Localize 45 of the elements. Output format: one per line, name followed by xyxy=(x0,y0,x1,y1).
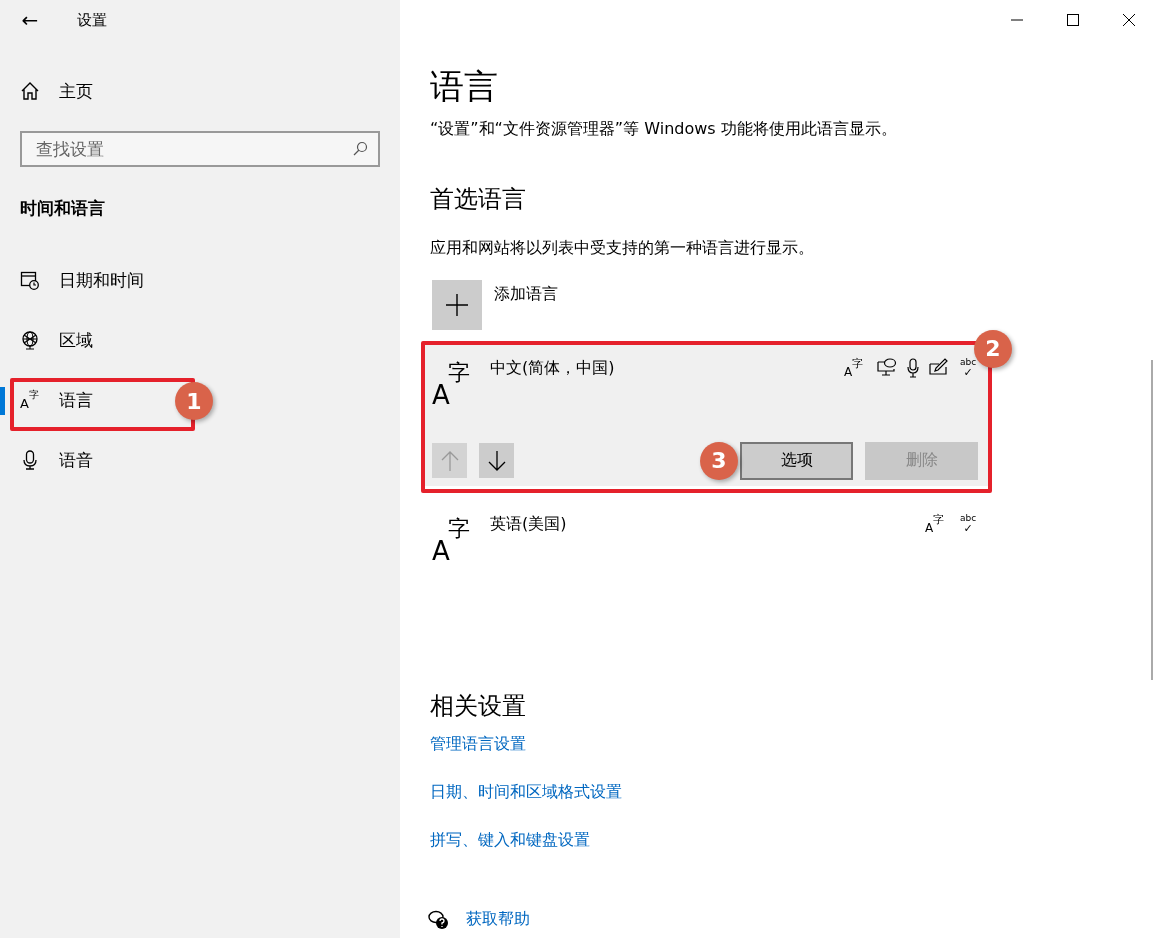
window-title: 设置 xyxy=(77,10,107,30)
move-down-button[interactable] xyxy=(479,443,514,479)
monitor-speech-icon xyxy=(877,358,897,376)
sidebar-item[interactable]: 语音 xyxy=(0,430,160,490)
add-language-label[interactable]: 添加语言 xyxy=(494,284,558,305)
settings-link[interactable]: 管理语言设置 xyxy=(430,734,526,756)
language-name: 英语(美国) xyxy=(490,514,567,535)
maximize-icon[interactable] xyxy=(1067,14,1079,26)
pen-pad-icon xyxy=(929,358,949,376)
settings-link[interactable]: 日期、时间和区域格式设置 xyxy=(430,782,622,804)
calendar-clock-icon xyxy=(20,270,40,290)
help-chat-icon xyxy=(428,909,450,930)
step-badge: 1 xyxy=(175,382,213,420)
sidebar-item[interactable]: 区域 xyxy=(0,310,160,370)
page-title: 语言 xyxy=(430,66,498,107)
back-button[interactable]: ← xyxy=(0,0,60,40)
help-link[interactable]: 获取帮助 xyxy=(466,909,530,931)
display-language-icon: A 字 xyxy=(925,514,949,536)
close-icon[interactable] xyxy=(1123,14,1135,26)
section-heading: 首选语言 xyxy=(430,183,526,215)
language-icon: A 字 xyxy=(432,362,480,410)
scrollbar[interactable] xyxy=(1151,360,1153,680)
section-heading: 相关设置 xyxy=(430,691,526,722)
step-badge: 3 xyxy=(700,442,738,480)
plus-icon xyxy=(446,294,468,316)
spelling-icon: abc ✓ xyxy=(958,514,978,534)
page-description: “设置”和“文件资源管理器”等 Windows 功能将使用此语言显示。 xyxy=(430,118,897,140)
home-icon xyxy=(20,81,40,101)
options-button[interactable]: 选项 xyxy=(740,442,853,480)
search-field[interactable]: 查找设置 xyxy=(20,131,380,167)
microphone-icon xyxy=(20,450,40,470)
search-icon xyxy=(352,141,368,157)
display-language-icon: A 字 xyxy=(844,358,868,380)
microphone-icon xyxy=(906,358,920,378)
home-link[interactable]: 主页 xyxy=(0,61,400,121)
arrow-down-icon xyxy=(487,451,506,471)
section-description: 应用和网站将以列表中受支持的第一种语言进行显示。 xyxy=(430,238,814,259)
language-name: 中文(简体，中国) xyxy=(490,358,615,379)
add-language-button[interactable] xyxy=(432,280,482,330)
sidebar-item[interactable]: 日期和时间 xyxy=(0,250,160,310)
arrow-up-icon xyxy=(440,451,459,471)
settings-link[interactable]: 拼写、键入和键盘设置 xyxy=(430,830,590,852)
globe-icon xyxy=(20,330,40,350)
language-icon: A 字 xyxy=(432,518,480,566)
section-heading: 时间和语言 xyxy=(19,197,106,220)
